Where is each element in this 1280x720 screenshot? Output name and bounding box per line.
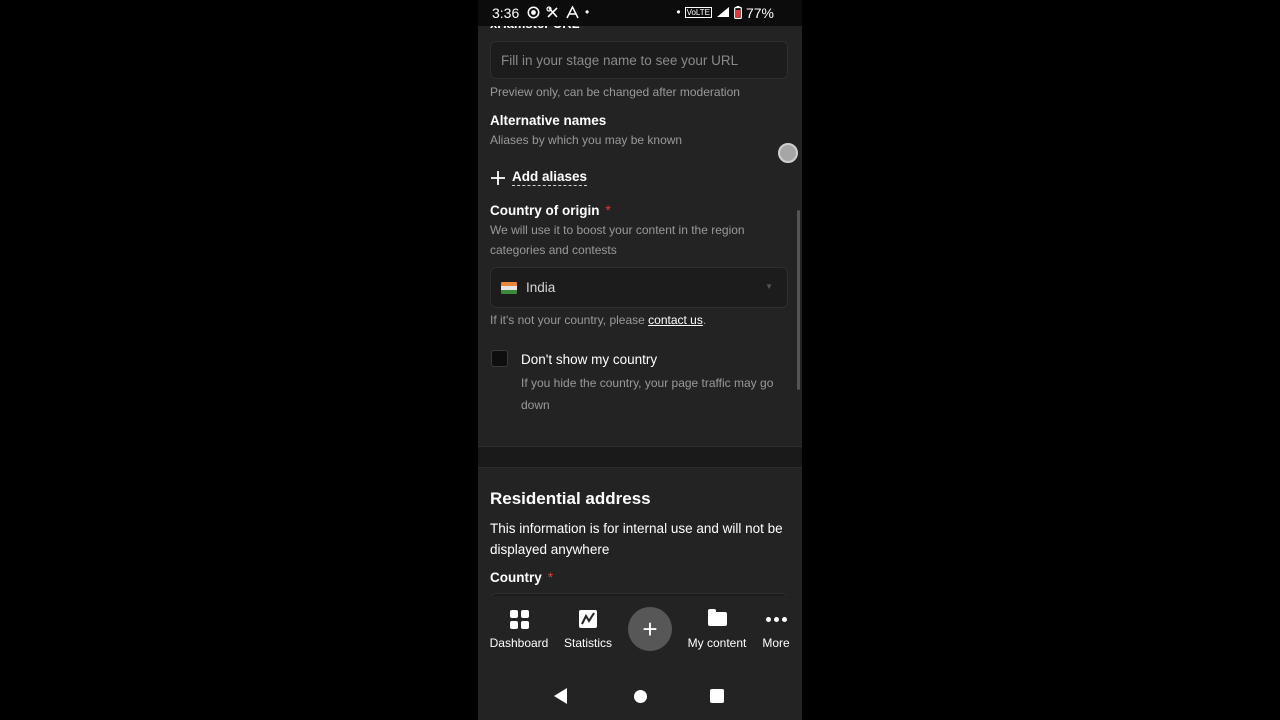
add-content-button[interactable]: + <box>628 607 672 651</box>
statistics-icon <box>579 610 597 628</box>
url-preview-field[interactable]: Fill in your stage name to see your URL <box>490 41 788 79</box>
country-of-origin-text: Country of origin <box>490 203 600 218</box>
nav-more-label: More <box>762 636 790 650</box>
nav-statistics-label: Statistics <box>563 636 612 650</box>
app-a-icon <box>566 5 579 18</box>
touch-indicator <box>778 143 798 163</box>
record-icon <box>527 6 540 18</box>
url-hint: Preview only, can be changed after moder… <box>490 85 740 99</box>
residential-country-text: Country <box>490 570 542 585</box>
nav-my-content[interactable]: My content <box>684 608 750 650</box>
residential-country-label: Country * <box>490 570 553 585</box>
dot-icon: • <box>676 5 681 19</box>
country-of-origin-label: Country of origin * <box>490 203 611 218</box>
recent-apps-icon[interactable] <box>710 689 724 703</box>
residential-address-description: This information is for internal use and… <box>490 521 783 557</box>
section-divider <box>478 446 802 468</box>
nav-dashboard-label: Dashboard <box>489 636 549 650</box>
chevron-down-icon: ▼ <box>765 282 773 291</box>
not-your-country-note: If it's not your country, please contact… <box>490 310 706 330</box>
scrollbar[interactable] <box>797 210 800 390</box>
india-flag-icon <box>501 281 517 294</box>
nav-my-content-label: My content <box>687 636 747 650</box>
required-mark: * <box>605 203 611 218</box>
battery-icon <box>734 5 742 19</box>
note-period: . <box>702 313 707 327</box>
profile-form: xHamster URL * Fill in your stage name t… <box>478 0 802 623</box>
back-icon[interactable] <box>554 688 567 704</box>
not-your-country-text: If it's not your country, please <box>490 313 645 327</box>
hide-country-hint: If you hide the country, your page traff… <box>521 376 774 412</box>
folder-icon <box>707 609 727 626</box>
more-dots-icon <box>765 616 787 622</box>
contact-us-link[interactable]: contact us <box>648 313 703 327</box>
connectivity-icons: • VoLTE <box>676 5 742 19</box>
add-aliases-label: Add aliases <box>512 169 588 186</box>
nav-statistics[interactable]: Statistics <box>560 608 616 650</box>
signal-icon <box>717 7 729 17</box>
required-mark: * <box>547 570 554 585</box>
system-navigation-bar <box>478 662 802 720</box>
country-of-origin-hint: We will use it to boost your content in … <box>490 223 745 257</box>
add-aliases-button[interactable]: Add aliases <box>490 169 588 186</box>
dot-icon: • <box>585 5 590 19</box>
plus-icon <box>491 170 505 185</box>
country-of-origin-select[interactable]: India ▼ <box>490 267 788 308</box>
dashboard-icon <box>509 609 529 629</box>
home-icon[interactable] <box>634 690 647 703</box>
status-time: 3:36 <box>492 5 520 21</box>
tools-icon <box>546 5 558 18</box>
alternative-names-label: Alternative names <box>490 113 607 128</box>
phone-screen: xHamster URL * Fill in your stage name t… <box>478 0 802 720</box>
status-bar: 3:36 • • VoLTE 77% <box>478 0 802 26</box>
notification-icons: • <box>527 5 589 19</box>
hide-country-label[interactable]: Don't show my country <box>521 352 657 367</box>
residential-address-title: Residential address <box>490 489 651 508</box>
nav-dashboard[interactable]: Dashboard <box>490 608 548 650</box>
country-of-origin-value: India <box>526 280 556 295</box>
alternative-names-hint: Aliases by which you may be known <box>490 133 683 147</box>
bottom-navigation: Dashboard Statistics + My content More <box>478 596 802 662</box>
battery-percentage: 77% <box>745 5 774 21</box>
nav-more[interactable]: More <box>760 608 792 650</box>
volte-icon: VoLTE <box>684 6 712 18</box>
hide-country-checkbox[interactable] <box>491 350 508 367</box>
